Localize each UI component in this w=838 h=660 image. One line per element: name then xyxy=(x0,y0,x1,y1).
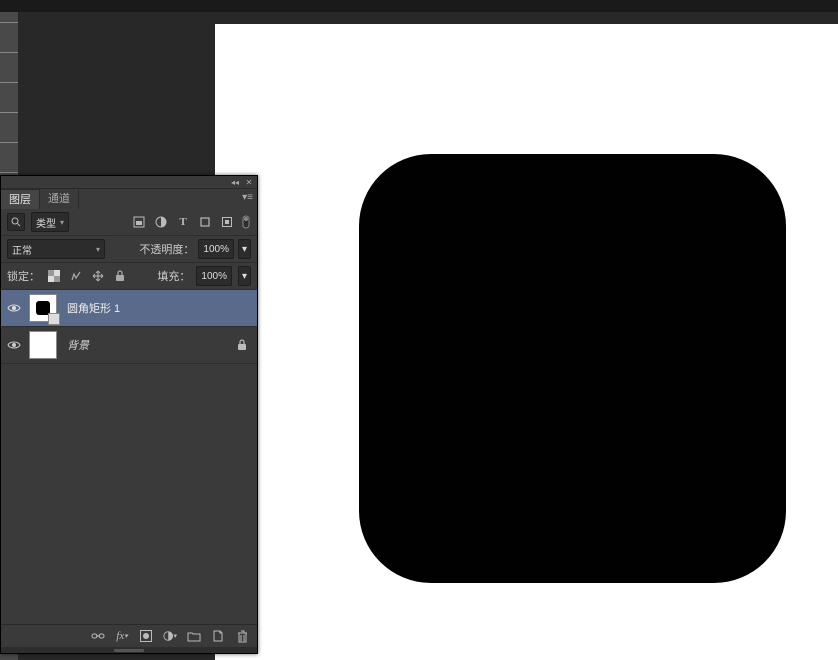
fill-value: 100% xyxy=(201,271,227,282)
layer-name[interactable]: 背景 xyxy=(63,337,231,353)
lock-all-icon[interactable] xyxy=(112,268,128,284)
app-topbar xyxy=(0,0,838,12)
document-canvas[interactable] xyxy=(215,24,838,660)
panel-tabs: 图层 通道 ▾≡ xyxy=(1,189,257,209)
close-icon[interactable]: ✕ xyxy=(245,178,253,186)
blend-mode-dropdown[interactable]: 正常 ▾ xyxy=(7,239,105,259)
layers-empty-area[interactable] xyxy=(1,364,257,624)
filter-shape-icon[interactable] xyxy=(197,214,213,230)
fill-value-field[interactable]: 100% xyxy=(196,266,232,286)
filter-toggle-switch[interactable] xyxy=(241,214,251,230)
add-mask-icon[interactable] xyxy=(139,629,153,643)
layer-thumbnail[interactable] xyxy=(29,294,57,322)
rounded-rectangle-shape[interactable] xyxy=(359,154,786,583)
filter-kind-label: 类型 xyxy=(36,215,56,230)
lock-image-icon[interactable] xyxy=(68,268,84,284)
chevron-down-icon: ▾ xyxy=(242,271,247,282)
new-layer-icon[interactable] xyxy=(211,629,225,643)
layer-row[interactable]: 背景 xyxy=(1,327,257,364)
lock-icon xyxy=(237,339,253,351)
opacity-scrubber[interactable]: ▾ xyxy=(238,239,251,259)
new-group-icon[interactable] xyxy=(187,629,201,643)
layer-filter-row: 类型 ▾ T xyxy=(1,209,257,236)
filter-type-icon[interactable]: T xyxy=(175,214,191,230)
chevron-down-icon: ▾ xyxy=(60,218,64,227)
tab-layers[interactable]: 图层 xyxy=(1,189,40,209)
layers-list: 圆角矩形 1 背景 xyxy=(1,290,257,624)
layer-row[interactable]: 圆角矩形 1 xyxy=(1,290,257,327)
tab-channels[interactable]: 通道 xyxy=(40,189,79,209)
opacity-label: 不透明度： xyxy=(139,241,194,257)
blend-opacity-row: 正常 ▾ 不透明度： 100% ▾ xyxy=(1,236,257,263)
add-adjustment-icon[interactable]: ▾ xyxy=(163,629,177,643)
layers-panel: ◂◂ ✕ 图层 通道 ▾≡ 类型 ▾ T xyxy=(0,175,258,654)
panel-resize-grip[interactable] xyxy=(1,647,257,653)
collapse-icon[interactable]: ◂◂ xyxy=(231,178,239,186)
filter-adjustment-icon[interactable] xyxy=(153,214,169,230)
link-layers-icon[interactable] xyxy=(91,629,105,643)
filter-kind-dropdown[interactable]: 类型 ▾ xyxy=(31,212,69,232)
layer-name[interactable]: 圆角矩形 1 xyxy=(63,300,231,316)
vector-mask-badge xyxy=(48,313,60,325)
lock-label: 锁定： xyxy=(7,268,40,284)
lock-fill-row: 锁定： 填充： 100% ▾ xyxy=(1,263,257,290)
panel-menu-icon[interactable]: ▾≡ xyxy=(242,192,253,203)
layer-style-icon[interactable]: fx▾ xyxy=(115,629,129,643)
blend-mode-value: 正常 xyxy=(12,242,32,257)
filter-smartobject-icon[interactable] xyxy=(219,214,235,230)
visibility-toggle-icon[interactable] xyxy=(5,336,23,354)
opacity-value: 100% xyxy=(203,244,229,255)
delete-layer-icon[interactable] xyxy=(235,629,249,643)
visibility-toggle-icon[interactable] xyxy=(5,299,23,317)
lock-position-icon[interactable] xyxy=(90,268,106,284)
chevron-down-icon: ▾ xyxy=(96,245,100,254)
lock-transparent-icon[interactable] xyxy=(46,268,62,284)
chevron-down-icon: ▾ xyxy=(242,244,247,255)
panel-footer: fx▾ ▾ xyxy=(1,624,257,647)
layer-thumbnail[interactable] xyxy=(29,331,57,359)
fill-label: 填充： xyxy=(157,268,190,284)
panel-titlebar[interactable]: ◂◂ ✕ xyxy=(1,176,257,189)
filter-pixel-icon[interactable] xyxy=(131,214,147,230)
search-icon[interactable] xyxy=(7,213,25,231)
fill-scrubber[interactable]: ▾ xyxy=(238,266,251,286)
opacity-value-field[interactable]: 100% xyxy=(198,239,234,259)
